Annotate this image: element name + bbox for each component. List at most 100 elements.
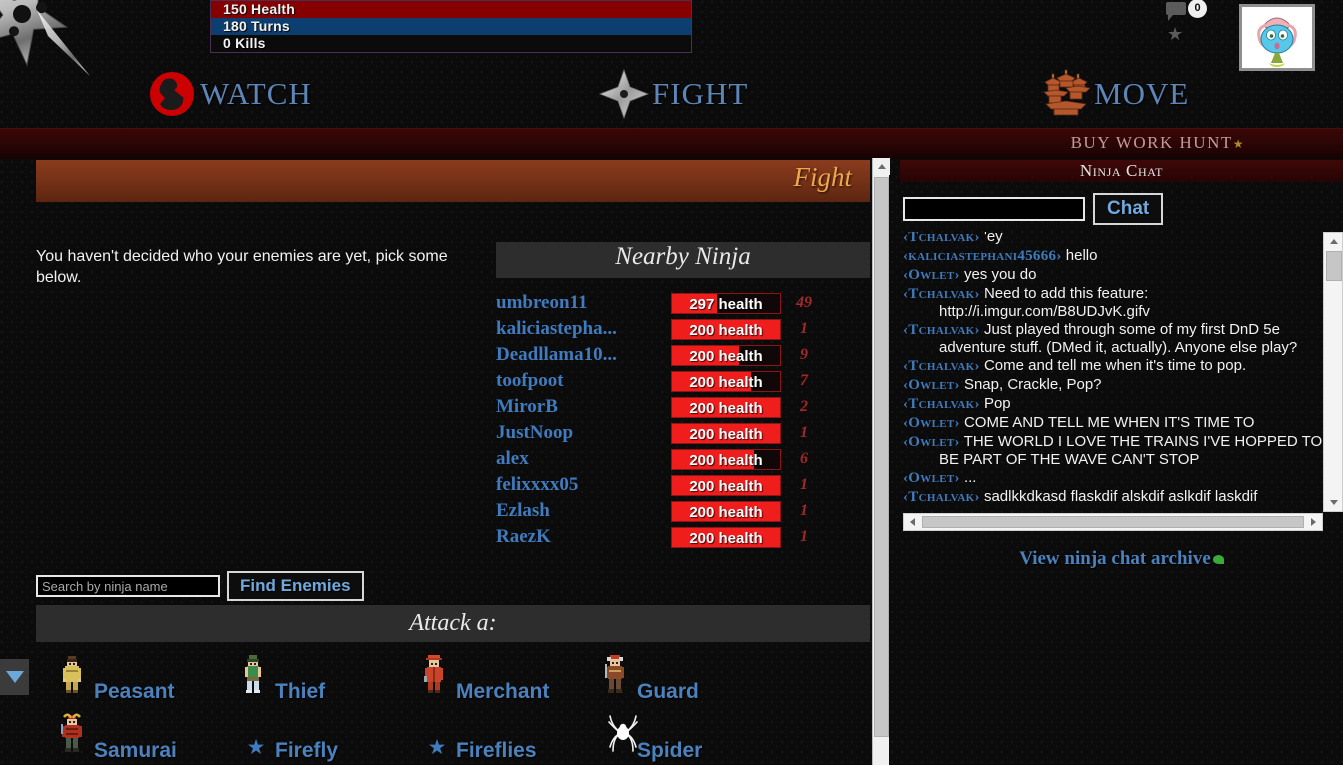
chat-message-user[interactable]: ‹Tchalvak›	[903, 489, 980, 505]
ninja-name-link[interactable]: JustNoop	[496, 422, 671, 444]
attack-target-peasant[interactable]: Peasant	[60, 650, 241, 709]
view-chat-archive-link[interactable]: View ninja chat archive	[1019, 548, 1224, 569]
chat-message-user[interactable]: ‹Owlet›	[903, 415, 960, 431]
star-icon[interactable]: ★	[1167, 25, 1183, 43]
ninja-name-link[interactable]: MirorB	[496, 396, 671, 418]
nav-fight[interactable]: FIGHT	[598, 66, 748, 122]
chat-scroll-left-button[interactable]	[904, 514, 921, 530]
message-icon[interactable]	[1166, 2, 1186, 21]
main-panel-scrollbar[interactable]	[872, 158, 890, 765]
chat-horizontal-scrollbar[interactable]	[903, 513, 1323, 531]
chat-scrollbar-thumb[interactable]	[1326, 251, 1342, 281]
nearby-ninja-section: Nearby Ninja umbreon11 297 health 49 kalici…	[496, 242, 870, 550]
chat-vertical-scrollbar[interactable]	[1323, 232, 1343, 512]
chat-message-user[interactable]: ‹Tchalvak›	[903, 232, 980, 245]
scroll-up-button[interactable]	[873, 158, 890, 175]
chat-message-text: Just played through some of my first DnD…	[939, 321, 1298, 356]
chat-message-user[interactable]: ‹Owlet›	[903, 434, 960, 450]
chat-message-text: Snap, Crackle, Pop?	[959, 376, 1102, 393]
attack-target-thief[interactable]: Thief	[241, 650, 422, 709]
subnav-hunt[interactable]: HUNT	[1180, 133, 1233, 152]
health-bar-label: 200 health	[689, 503, 763, 521]
status-kills: 0 Kills	[211, 35, 691, 52]
chat-message-user[interactable]: ‹Tchalvak›	[903, 322, 980, 338]
spider-sprite	[603, 713, 638, 765]
nearby-ninja-header: Nearby Ninja	[496, 242, 870, 278]
nav-watch[interactable]: WATCH	[146, 66, 312, 122]
chat-scroll-down-button[interactable]	[1324, 494, 1343, 511]
chat-scroll-right-button[interactable]	[1305, 514, 1322, 530]
ninja-name-link[interactable]: felixxxx05	[496, 474, 671, 496]
ninja-name-link[interactable]: RaezK	[496, 526, 671, 548]
status-health: 150 Health	[211, 1, 691, 18]
nav-move-label: MOVE	[1094, 76, 1190, 111]
sub-nav: BUY WORK HUNT★	[0, 128, 1343, 159]
fight-body: You haven't decided who your enemies are…	[36, 202, 870, 765]
health-bar: 200 health	[671, 318, 781, 340]
chat-message-text: Pop	[979, 395, 1011, 412]
chat-message-user[interactable]: ‹kaliciastephani45666›	[903, 248, 1062, 264]
search-row: Find Enemies	[36, 571, 364, 601]
chat-message: ‹Owlet› Snap, Crackle, Pop?	[903, 376, 1323, 394]
ninja-level: 2	[800, 398, 808, 415]
health-bar: 200 health	[671, 448, 781, 470]
attack-target-fireflies[interactable]: ★ Fireflies	[422, 709, 603, 765]
ninja-row: RaezK 200 health 1	[496, 524, 870, 550]
thief-sprite	[241, 654, 271, 706]
search-input[interactable]	[36, 575, 220, 597]
ninja-name-link[interactable]: Ezlash	[496, 500, 671, 522]
ninja-level: 1	[800, 424, 808, 441]
chat-title: Ninja Chat	[1079, 161, 1164, 180]
chat-message-text: COME AND TELL ME WHEN IT'S TIME TO	[959, 414, 1255, 431]
sub-nav-items: BUY WORK HUNT★	[1071, 133, 1245, 153]
chat-message-text: Come and tell me when it's time to pop.	[979, 357, 1247, 374]
chat-message-text: ...	[959, 469, 977, 486]
chat-input[interactable]	[903, 197, 1085, 221]
ninja-name-link[interactable]: kaliciastepha...	[496, 318, 671, 340]
ninja-row: JustNoop 200 health 1	[496, 420, 870, 446]
find-enemies-button[interactable]: Find Enemies	[227, 571, 364, 601]
ninja-row: kaliciastepha... 200 health 1	[496, 316, 870, 342]
sidebar-toggle-button[interactable]	[0, 659, 29, 695]
ninja-level: 1	[800, 528, 808, 545]
health-bar: 297 health	[671, 292, 781, 314]
star-icon: ★	[427, 736, 447, 759]
chat-message: ‹Tchalvak› Just played through some of m…	[903, 321, 1323, 356]
chat-send-button[interactable]: Chat	[1093, 193, 1164, 225]
subnav-buy[interactable]: BUY	[1071, 133, 1111, 152]
notification-area: 0 ★	[1148, 0, 1218, 60]
chat-scroll-up-button[interactable]	[1324, 233, 1343, 250]
ninja-row: toofpoot 200 health 7	[496, 368, 870, 394]
attack-target-firefly[interactable]: ★ Firefly	[241, 709, 422, 765]
chat-message-user[interactable]: ‹Owlet›	[903, 377, 960, 393]
ninja-row: umbreon11 297 health 49	[496, 290, 870, 316]
ninja-name-link[interactable]: alex	[496, 448, 671, 470]
chat-message-user[interactable]: ‹Owlet›	[903, 470, 960, 486]
chevron-down-icon	[5, 671, 24, 683]
chat-message-user[interactable]: ‹Tchalvak›	[903, 286, 980, 302]
ninja-name-link[interactable]: Deadllama10...	[496, 344, 671, 366]
nav-move[interactable]: MOVE	[1040, 66, 1189, 122]
ninja-name-link[interactable]: umbreon11	[496, 292, 671, 314]
attack-target-samurai[interactable]: Samurai	[60, 709, 241, 765]
chat-message-text: yes you do	[959, 266, 1037, 283]
attack-target-merchant[interactable]: Merchant	[422, 650, 603, 709]
chat-message: ‹kaliciastephani45666› hello	[903, 247, 1323, 265]
chat-message-user[interactable]: ‹Owlet›	[903, 267, 960, 283]
attack-target-spider[interactable]: Spider	[603, 709, 784, 765]
chat-message-user[interactable]: ‹Tchalvak›	[903, 358, 980, 374]
attack-target-guard[interactable]: Guard	[603, 650, 784, 709]
chat-archive-row: View ninja chat archive	[900, 548, 1343, 570]
ninja-level: 9	[800, 346, 808, 363]
ninja-name-link[interactable]: toofpoot	[496, 370, 671, 392]
chat-log: ‹Owlet› yo :D‹Tchalvak› 'ey‹kaliciasteph…	[903, 232, 1323, 507]
ninja-level: 1	[800, 320, 808, 337]
chat-hscrollbar-thumb[interactable]	[922, 516, 1304, 528]
subnav-work[interactable]: WORK	[1116, 133, 1174, 152]
chat-message-text: THE WORLD I LOVE THE TRAINS I'VE HOPPED …	[939, 433, 1323, 468]
triangle-up-icon	[1330, 239, 1338, 244]
chat-message-user[interactable]: ‹Tchalvak›	[903, 396, 980, 412]
attack-target-label: Spider	[637, 739, 703, 762]
ninja-level: 1	[800, 502, 808, 519]
scrollbar-thumb[interactable]	[874, 177, 889, 737]
